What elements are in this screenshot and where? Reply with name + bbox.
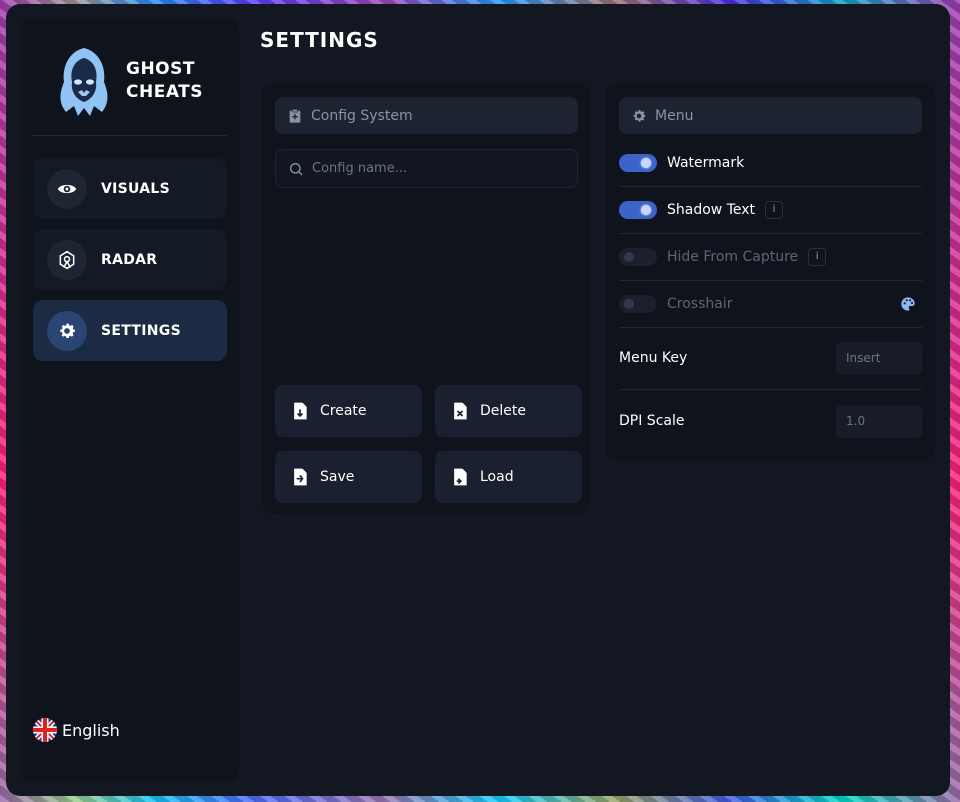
option-label: Crosshair — [667, 295, 733, 312]
save-button-label: Save — [320, 469, 355, 485]
create-button[interactable]: Create — [275, 385, 422, 437]
eye-icon — [47, 168, 87, 209]
menu-panel-header: Menu — [619, 97, 922, 134]
save-button[interactable]: Save — [275, 451, 422, 503]
sidebar: GHOST CHEATS VISUALS RADAR SETTINGS Engl… — [20, 18, 239, 782]
brand: GHOST CHEATS — [42, 44, 232, 119]
crosshair-toggle[interactable] — [619, 294, 657, 313]
load-button-label: Load — [480, 469, 514, 485]
menu-key-input[interactable]: Insert — [836, 341, 922, 375]
load-button[interactable]: Load — [435, 451, 582, 503]
brand-line-2: CHEATS — [126, 82, 203, 102]
option-crosshair: Crosshair — [619, 280, 922, 328]
sidebar-item-label: RADAR — [101, 251, 158, 268]
page-title: SETTINGS — [260, 28, 379, 52]
delete-button-label: Delete — [480, 403, 526, 419]
option-shadow-text: Shadow Text i — [619, 186, 922, 234]
sidebar-item-radar[interactable]: RADAR — [33, 229, 227, 290]
toggle-knob — [641, 157, 651, 168]
delete-button[interactable]: Delete — [435, 385, 582, 437]
menu-key-label: Menu Key — [619, 350, 688, 366]
config-name-search[interactable] — [275, 149, 578, 188]
file-load-icon — [450, 467, 470, 487]
sidebar-item-label: VISUALS — [101, 180, 171, 197]
gear-icon — [631, 108, 647, 124]
create-button-label: Create — [320, 403, 367, 419]
file-save-icon — [290, 467, 310, 487]
clipboard-icon — [287, 108, 303, 124]
ghost-logo-icon — [60, 48, 108, 116]
uk-flag-icon — [33, 718, 57, 742]
watermark-toggle[interactable] — [619, 153, 657, 172]
file-delete-icon — [450, 401, 470, 421]
divider — [33, 135, 227, 136]
hide-from-capture-toggle[interactable] — [619, 247, 657, 266]
dpi-scale-row: DPI Scale 1.0 — [619, 390, 922, 452]
config-panel: Config System Create Delete Save — [262, 83, 590, 514]
config-name-input[interactable] — [310, 160, 564, 177]
menu-panel: Menu Watermark Shadow Text i Hide From C… — [606, 83, 935, 461]
toggle-knob — [624, 251, 634, 262]
menu-panel-title: Menu — [655, 107, 694, 124]
toggle-knob — [624, 298, 634, 309]
sidebar-item-settings[interactable]: SETTINGS — [33, 300, 227, 361]
sidebar-item-visuals[interactable]: VISUALS — [33, 158, 227, 219]
shadow-text-toggle[interactable] — [619, 200, 657, 219]
brand-name: GHOST CHEATS — [126, 58, 203, 104]
search-icon — [288, 161, 304, 177]
info-icon[interactable]: i — [765, 200, 784, 219]
palette-icon[interactable] — [900, 296, 916, 312]
config-panel-header: Config System — [275, 97, 578, 134]
gear-icon — [47, 310, 87, 351]
toggle-knob — [641, 204, 651, 215]
config-panel-title: Config System — [311, 107, 413, 124]
option-label: Hide From Capture — [667, 248, 799, 265]
info-icon[interactable]: i — [808, 247, 827, 266]
option-label: Shadow Text — [667, 201, 756, 218]
option-watermark: Watermark — [619, 139, 922, 187]
app-window: GHOST CHEATS VISUALS RADAR SETTINGS Engl… — [6, 4, 950, 796]
brand-line-1: GHOST — [126, 59, 195, 79]
menu-key-row: Menu Key Insert — [619, 327, 922, 390]
language-selector[interactable]: English — [33, 718, 120, 742]
radar-icon — [47, 239, 87, 280]
file-plus-icon — [290, 401, 310, 421]
option-hide-from-capture: Hide From Capture i — [619, 233, 922, 281]
option-label: Watermark — [667, 154, 745, 171]
language-label: English — [62, 720, 120, 740]
dpi-scale-input[interactable]: 1.0 — [836, 404, 922, 438]
dpi-scale-label: DPI Scale — [619, 413, 685, 429]
sidebar-item-label: SETTINGS — [101, 322, 181, 339]
